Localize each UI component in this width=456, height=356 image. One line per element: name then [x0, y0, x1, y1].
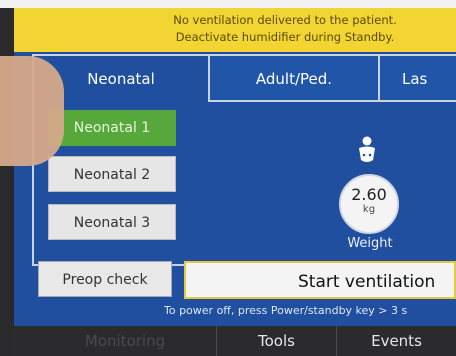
banner-line-2: Deactivate humidifier during Standby.: [175, 30, 395, 44]
bezel-top: [0, 0, 456, 8]
weight-value: 2.60: [351, 185, 387, 204]
weight-label: Weight: [347, 236, 393, 251]
finger-overlay: [0, 56, 64, 166]
patient-category-tabs: Neonatal Adult/Ped. Las: [34, 56, 456, 102]
ventilator-screen: No ventilation delivered to the patient.…: [14, 8, 456, 356]
nav-events[interactable]: Events: [336, 326, 456, 356]
banner-line-1: No ventilation delivered to the patient.: [173, 13, 397, 27]
neonatal-1-button[interactable]: Neonatal 1: [48, 110, 176, 146]
nav-tools[interactable]: Tools: [216, 326, 336, 356]
power-off-hint: To power off, press Power/standby key > …: [164, 304, 408, 317]
baby-icon: [359, 136, 375, 162]
standby-warning-banner: No ventilation delivered to the patient.…: [14, 8, 456, 52]
tab-last-patient[interactable]: Las: [378, 56, 456, 102]
weight-dial[interactable]: 2.60 kg: [339, 174, 399, 234]
nav-monitoring[interactable]: Monitoring: [34, 326, 216, 356]
neonatal-2-button[interactable]: Neonatal 2: [48, 156, 176, 192]
preop-check-button[interactable]: Preop check: [38, 261, 172, 297]
bottom-navigation: Monitoring Tools Events: [14, 326, 456, 356]
neonatal-3-button[interactable]: Neonatal 3: [48, 204, 176, 240]
weight-unit: kg: [362, 204, 376, 215]
tab-adult-ped[interactable]: Adult/Ped.: [208, 56, 378, 102]
start-ventilation-button[interactable]: Start ventilation: [184, 261, 456, 299]
